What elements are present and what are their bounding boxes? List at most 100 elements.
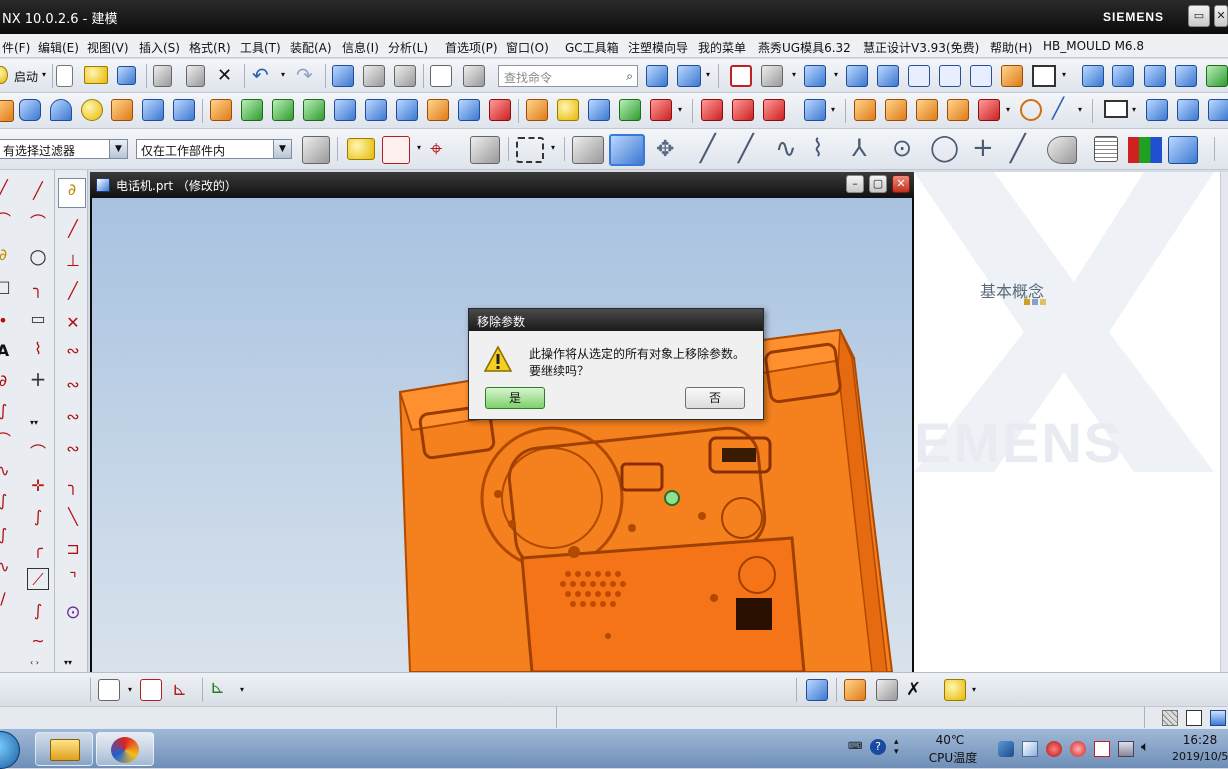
menu-mold-wizard[interactable]: 注塑模向导 bbox=[628, 39, 688, 56]
app-tray-icon[interactable] bbox=[1022, 741, 1038, 757]
circle-2-icon[interactable]: ⊙ bbox=[62, 602, 84, 624]
fullscreen-icon[interactable] bbox=[1186, 710, 1202, 726]
start-orb-icon[interactable] bbox=[0, 731, 20, 769]
network-share-icon[interactable] bbox=[998, 741, 1014, 757]
arc-3pt-icon[interactable]: ⌒ bbox=[27, 212, 49, 234]
chevron-down-icon[interactable]: ▾ bbox=[1062, 70, 1066, 79]
dimension-icon[interactable]: ⟋ bbox=[27, 568, 49, 590]
minimize-button[interactable]: – bbox=[846, 175, 864, 193]
close-window-button[interactable]: ✕ bbox=[892, 175, 910, 193]
offset-icon[interactable]: ╱ bbox=[62, 280, 84, 302]
menu-format[interactable]: 格式(R) bbox=[189, 39, 231, 56]
layer-settings-icon[interactable] bbox=[1144, 65, 1166, 87]
menu-yanxiu[interactable]: 燕秀UG模具6.32 bbox=[758, 39, 851, 56]
top-view-icon[interactable] bbox=[846, 65, 868, 87]
help-icon[interactable]: ? bbox=[870, 739, 886, 755]
menu-preferences[interactable]: 首选项(P) bbox=[445, 39, 498, 56]
chevron-down-icon[interactable]: ▾ bbox=[42, 70, 46, 79]
panel-scrollbar[interactable] bbox=[1220, 172, 1228, 672]
workpiece-icon[interactable] bbox=[916, 99, 938, 121]
intersect-icon[interactable] bbox=[303, 99, 325, 121]
tangent-arc-icon[interactable]: ∫ bbox=[27, 600, 49, 622]
replace-face-icon[interactable] bbox=[763, 99, 785, 121]
pull-face-icon[interactable] bbox=[732, 99, 754, 121]
wcs-orient-icon[interactable]: ⊾ bbox=[210, 677, 232, 699]
helix-icon[interactable]: ∿ bbox=[0, 556, 14, 578]
studio-spline-icon[interactable]: ⌇ bbox=[27, 338, 49, 360]
chevron-down-icon[interactable]: ▾ bbox=[1078, 105, 1082, 114]
search-icon[interactable]: ⌕ bbox=[626, 69, 633, 84]
chevron-down-icon[interactable]: ‹ › bbox=[30, 658, 39, 667]
offset-curve-icon[interactable] bbox=[1047, 136, 1077, 164]
cone-icon[interactable] bbox=[50, 99, 72, 121]
rotate-icon[interactable] bbox=[1020, 99, 1042, 121]
intersect-icon[interactable]: ⌒ bbox=[0, 430, 14, 452]
auto-constraint-icon[interactable]: ⌝ bbox=[62, 568, 84, 590]
fillet-icon[interactable]: ⅄ bbox=[852, 134, 867, 162]
tools-icon[interactable] bbox=[876, 679, 898, 701]
mold-csys-icon[interactable] bbox=[854, 99, 876, 121]
chevron-down-icon[interactable]: ▼ bbox=[273, 140, 291, 158]
view-orient-icon[interactable] bbox=[804, 65, 826, 87]
color-palette-icon[interactable] bbox=[1128, 137, 1162, 163]
shrinkage-icon[interactable] bbox=[885, 99, 907, 121]
chevron-down-icon[interactable]: ▾ bbox=[417, 143, 421, 152]
orient-view-icon[interactable] bbox=[1112, 65, 1134, 87]
move-object-icon[interactable] bbox=[394, 65, 416, 87]
tray-chevron-icon[interactable]: ▴ ▾ bbox=[894, 737, 899, 757]
quick-trim-icon[interactable]: ╲ bbox=[62, 506, 84, 528]
filter-funnel-icon[interactable] bbox=[347, 138, 375, 160]
new-file-icon[interactable] bbox=[56, 65, 73, 87]
front-view-icon[interactable] bbox=[877, 65, 899, 87]
info-icon[interactable] bbox=[430, 65, 452, 87]
wcs-icon[interactable] bbox=[1206, 65, 1228, 87]
chevron-down-icon[interactable]: ▼ bbox=[109, 140, 127, 158]
spline-icon[interactable]: ∂ bbox=[0, 244, 14, 266]
project-icon[interactable]: ∫ bbox=[0, 400, 14, 422]
fillet-icon[interactable]: ╮ bbox=[27, 278, 49, 300]
arc-icon[interactable]: ⌒ bbox=[0, 210, 14, 232]
undo-icon[interactable]: ↶ bbox=[252, 63, 269, 87]
move-layer-icon[interactable] bbox=[1175, 65, 1197, 87]
assembly-filter-icon[interactable] bbox=[302, 136, 330, 164]
nx-task[interactable] bbox=[96, 732, 154, 766]
bridge-icon[interactable]: ∿ bbox=[0, 460, 14, 482]
through-curves-icon[interactable] bbox=[1177, 99, 1199, 121]
keyboard-icon[interactable]: ⌨ bbox=[848, 741, 862, 752]
line-2-icon[interactable]: ╱ bbox=[62, 218, 84, 240]
rectangle-tool-icon[interactable] bbox=[1104, 100, 1128, 118]
chevron-down-icon[interactable]: ▾▾ bbox=[64, 658, 72, 667]
maximize-button[interactable]: ▢ bbox=[869, 175, 887, 193]
polygon-icon[interactable]: ∼ bbox=[27, 630, 49, 652]
menu-view[interactable]: 视图(V) bbox=[87, 39, 129, 56]
edit-object-display-icon[interactable] bbox=[1001, 65, 1023, 87]
mirror-curve-icon[interactable]: ∾ bbox=[62, 406, 84, 428]
mirror-icon[interactable] bbox=[650, 99, 672, 121]
open-folder-icon[interactable] bbox=[84, 66, 108, 84]
record-icon[interactable] bbox=[1046, 741, 1062, 757]
rectangle-select-icon[interactable] bbox=[516, 137, 544, 163]
family-mold-icon[interactable] bbox=[978, 99, 1000, 121]
extrude-icon[interactable] bbox=[210, 99, 232, 121]
save-icon[interactable] bbox=[117, 66, 136, 85]
circle-points-icon[interactable]: ◯ bbox=[930, 133, 959, 163]
ellipse-icon[interactable]: ∫ bbox=[0, 490, 14, 512]
menu-gc-toolbox[interactable]: GC工具箱 bbox=[565, 39, 619, 56]
trim-body-icon[interactable] bbox=[458, 99, 480, 121]
graphics-viewport[interactable] bbox=[92, 198, 912, 672]
sketch-icon[interactable] bbox=[0, 100, 14, 122]
chain-icon[interactable]: ∂ bbox=[0, 370, 14, 392]
thicken-icon[interactable] bbox=[557, 99, 579, 121]
cylinder-icon[interactable] bbox=[19, 99, 41, 121]
profile-icon[interactable]: ╱ bbox=[0, 178, 14, 200]
extend-line-icon[interactable]: ╱ bbox=[1010, 134, 1026, 164]
sphere-icon[interactable] bbox=[81, 99, 103, 121]
line-icon[interactable]: ╱ bbox=[27, 180, 49, 202]
delete-icon[interactable]: ✕ bbox=[217, 65, 232, 86]
menu-hb-mould[interactable]: HB_MOULD M6.8 bbox=[1043, 39, 1144, 53]
menu-window[interactable]: 窗口(O) bbox=[506, 39, 549, 56]
chevron-down-icon[interactable]: ▾ bbox=[706, 70, 710, 79]
surface-grid-icon[interactable] bbox=[1146, 99, 1168, 121]
flag-icon[interactable] bbox=[1094, 741, 1110, 757]
menu-edit[interactable]: 编辑(E) bbox=[38, 39, 79, 56]
